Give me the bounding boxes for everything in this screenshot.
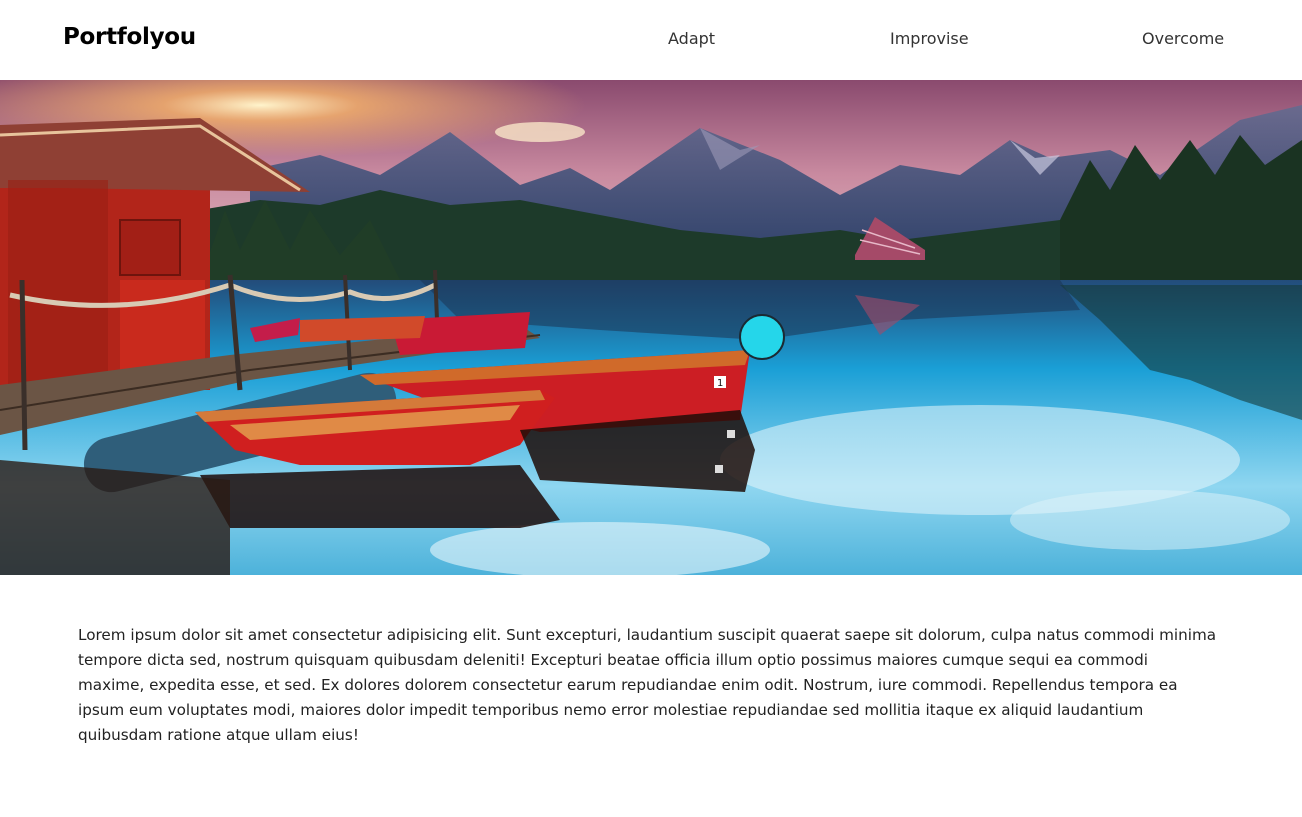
nav-link-improvise[interactable]: Improvise <box>890 29 969 48</box>
intro-paragraph: Lorem ipsum dolor sit amet consectetur a… <box>78 626 1217 744</box>
hero-image: 1 <box>0 80 1302 575</box>
main-content: Lorem ipsum dolor sit amet consectetur a… <box>78 623 1218 748</box>
nav-link-adapt[interactable]: Adapt <box>668 29 715 48</box>
lake-landscape-illustration: 1 <box>0 80 1302 575</box>
boat-number-4-reflection <box>715 465 723 473</box>
top-navbar: Portfolyou Adapt Improvise Overcome <box>0 0 1302 80</box>
cursor-indicator <box>739 314 785 360</box>
nav-link-overcome[interactable]: Overcome <box>1142 29 1224 48</box>
brand-logo[interactable]: Portfolyou <box>63 24 196 50</box>
boat-number-3-reflection <box>727 430 735 438</box>
boat-number-1: 1 <box>717 378 723 389</box>
